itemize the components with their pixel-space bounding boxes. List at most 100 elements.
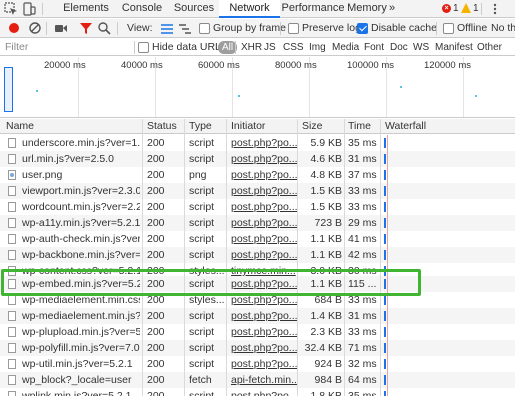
network-overview[interactable]: 20000 ms 40000 ms 60000 ms 80000 ms 1000… <box>0 57 515 118</box>
table-row[interactable]: url.min.js?ver=2.5.0 200 script post.php… <box>0 151 515 167</box>
column-header-time[interactable]: Time <box>348 119 371 134</box>
request-initiator-link[interactable]: post.php?po... <box>231 247 297 263</box>
tab-elements[interactable]: Elements <box>56 0 116 18</box>
request-initiator-link[interactable]: post.php?po... <box>231 308 297 324</box>
filter-type-css[interactable]: CSS <box>281 41 306 54</box>
table-row[interactable]: wp-mediaelement.min.js?v... 200 script p… <box>0 308 515 324</box>
request-size: 1.5 KB <box>310 185 342 197</box>
filter-type-media[interactable]: Media <box>330 41 361 54</box>
request-status: 200 <box>147 233 165 245</box>
table-row[interactable]: wp-a11y.min.js?ver=5.2.1 200 script post… <box>0 215 515 231</box>
request-name: wp-plupload.min.js?ver=5.2.1 <box>22 326 140 338</box>
preserve-log-checkbox[interactable] <box>288 23 299 34</box>
overview-icon[interactable] <box>178 22 192 36</box>
filter-type-manifest[interactable]: Manifest <box>433 41 475 54</box>
request-initiator-link[interactable]: post.php?po... <box>231 199 297 215</box>
request-initiator-link[interactable]: post.php?po... <box>231 183 297 199</box>
request-initiator-link[interactable]: post.php?po... <box>231 231 297 247</box>
table-row[interactable]: wp_block?_locale=user 200 fetch api-fetc… <box>0 372 515 388</box>
tab-performance[interactable]: Performance <box>280 0 346 18</box>
device-toolbar-icon[interactable] <box>22 2 36 16</box>
column-divider[interactable] <box>344 119 345 396</box>
tab-console[interactable]: Console <box>116 0 168 18</box>
column-divider[interactable] <box>142 119 143 396</box>
waterfall-bar <box>384 234 386 244</box>
column-header-size[interactable]: Size <box>302 119 322 134</box>
more-options-icon[interactable] <box>488 2 502 16</box>
waterfall-bar <box>384 375 386 385</box>
request-initiator-link[interactable]: post.php?po... <box>231 356 297 372</box>
hide-data-urls-checkbox[interactable] <box>138 42 149 53</box>
request-initiator-link[interactable]: post.php?po... <box>231 215 297 231</box>
column-header-name[interactable]: Name <box>6 119 34 134</box>
inspect-element-icon[interactable] <box>4 2 18 16</box>
column-header-initiator[interactable]: Initiator <box>231 119 265 134</box>
column-divider[interactable] <box>226 119 227 396</box>
request-status: 200 <box>147 310 165 322</box>
group-by-frame-checkbox[interactable] <box>199 23 210 34</box>
table-row[interactable]: wp-util.min.js?ver=5.2.1 200 script post… <box>0 356 515 372</box>
filter-type-img[interactable]: Img <box>307 41 328 54</box>
tab-sources[interactable]: Sources <box>168 0 220 18</box>
request-name: viewport.min.js?ver=2.3.0 <box>22 185 140 197</box>
request-initiator-link[interactable]: post.php?po... <box>231 135 297 151</box>
request-size: 4.8 KB <box>310 169 342 181</box>
request-initiator-link[interactable]: post.php?po... <box>231 388 297 396</box>
warning-icon[interactable] <box>461 3 471 13</box>
table-row[interactable]: wp-polyfill.min.js?ver=7.0.0 200 script … <box>0 340 515 356</box>
request-time: 31 ms <box>348 153 377 165</box>
offline-checkbox[interactable] <box>443 23 454 34</box>
group-by-frame-label: Group by frame <box>213 22 286 34</box>
request-time: 71 ms <box>348 342 377 354</box>
column-divider[interactable] <box>297 119 298 396</box>
waterfall-bar <box>384 186 386 196</box>
overview-selection[interactable] <box>4 67 13 112</box>
request-name: wp-util.min.js?ver=5.2.1 <box>22 358 133 370</box>
overview-tick-label: 20000 ms <box>44 60 86 71</box>
record-icon[interactable] <box>7 21 21 35</box>
filter-icon[interactable] <box>79 21 93 35</box>
table-row[interactable]: wp-auth-check.min.js?ver=... 200 script … <box>0 231 515 247</box>
column-divider[interactable] <box>184 119 185 396</box>
video-camera-icon[interactable] <box>54 21 68 35</box>
request-initiator-link[interactable]: api-fetch.min... <box>231 372 297 388</box>
request-initiator-link[interactable]: post.php?po... <box>231 167 297 183</box>
toolbar-divider <box>436 22 437 35</box>
tab-network[interactable]: Network <box>219 0 280 18</box>
overview-tick-label: 40000 ms <box>121 60 163 71</box>
table-row[interactable]: underscore.min.js?ver=1.8.3 200 script p… <box>0 135 515 151</box>
clear-icon[interactable] <box>28 21 42 35</box>
large-rows-icon[interactable] <box>160 22 174 36</box>
request-size: 1.1 KB <box>310 233 342 245</box>
column-header-type[interactable]: Type <box>189 119 212 134</box>
table-row[interactable]: viewport.min.js?ver=2.3.0 200 script pos… <box>0 183 515 199</box>
filter-type-other[interactable]: Other <box>475 41 504 54</box>
table-row[interactable]: wp-backbone.min.js?ver=5... 200 script p… <box>0 247 515 263</box>
column-header-waterfall[interactable]: Waterfall <box>385 119 426 134</box>
filter-type-ws[interactable]: WS <box>411 41 431 54</box>
request-time: 64 ms <box>348 374 377 386</box>
disable-cache-checkbox[interactable] <box>357 23 368 34</box>
table-row[interactable]: wordcount.min.js?ver=2.2.0 200 script po… <box>0 199 515 215</box>
request-initiator-link[interactable]: post.php?po... <box>231 324 297 340</box>
column-divider[interactable] <box>380 119 381 396</box>
table-row[interactable]: wp-plupload.min.js?ver=5.2.1 200 script … <box>0 324 515 340</box>
filter-type-xhr[interactable]: XHR <box>239 41 264 54</box>
filter-type-font[interactable]: Font <box>362 41 386 54</box>
request-initiator-link[interactable]: post.php?po... <box>231 151 297 167</box>
filter-type-doc[interactable]: Doc <box>388 41 410 54</box>
request-initiator-link[interactable]: post.php?po... <box>231 340 297 356</box>
request-time: 33 ms <box>348 201 377 213</box>
error-icon[interactable]: × <box>442 4 451 13</box>
more-tabs-button[interactable]: » <box>386 0 398 18</box>
search-icon[interactable] <box>97 21 111 35</box>
table-row[interactable]: wplink.min.js?ver=5.2.1 200 script post.… <box>0 388 515 396</box>
table-row[interactable]: user.png 200 png post.php?po... 4.8 KB 3… <box>0 167 515 183</box>
filter-type-js[interactable]: JS <box>262 41 278 54</box>
filter-input[interactable] <box>5 40 125 54</box>
throttling-select[interactable]: No thro <box>491 19 515 38</box>
column-header-status[interactable]: Status <box>147 119 177 134</box>
request-type: script <box>189 137 215 149</box>
request-size: 1.5 KB <box>310 201 342 213</box>
tab-memory[interactable]: Memory <box>347 0 387 18</box>
